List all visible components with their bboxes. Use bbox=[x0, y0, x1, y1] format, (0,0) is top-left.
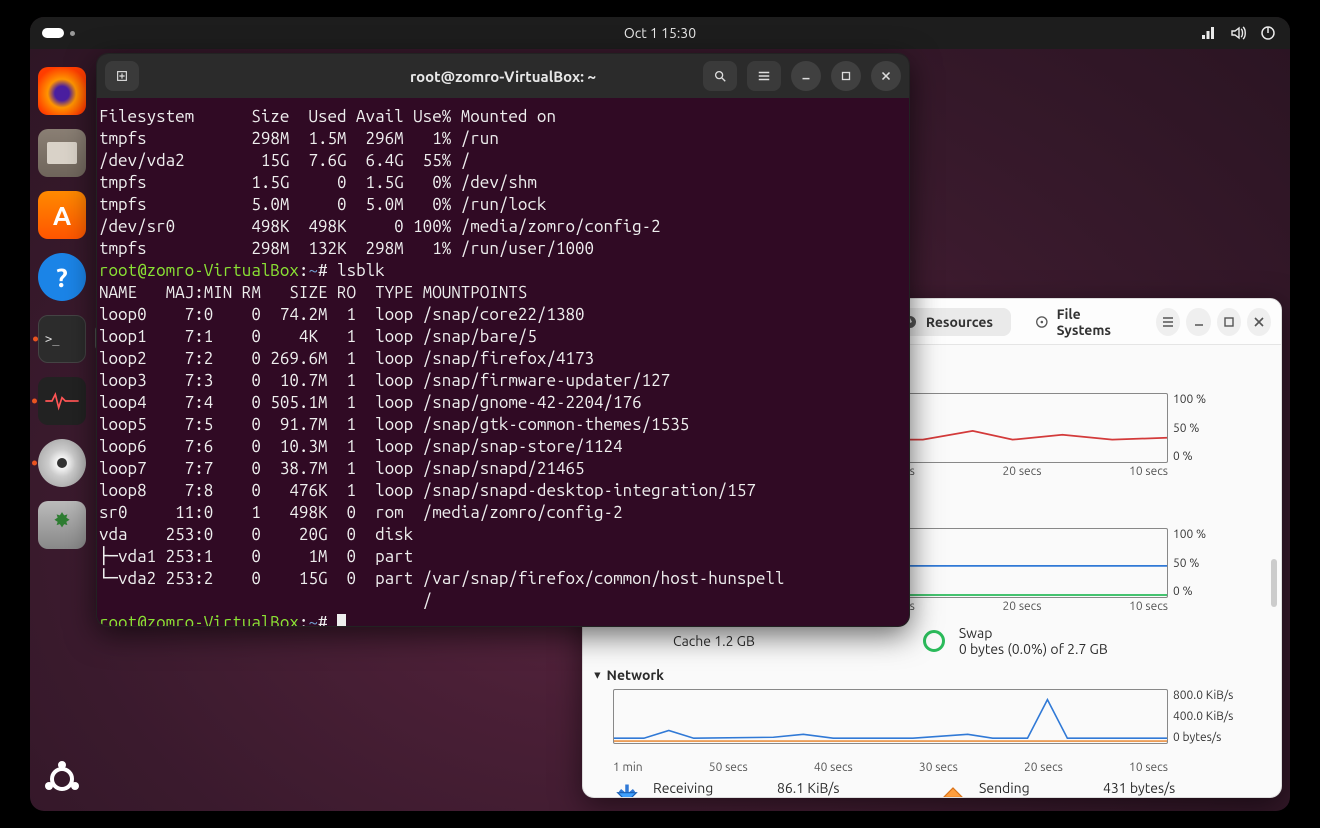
tab-file-systems-label: File Systems bbox=[1057, 306, 1127, 338]
minimize-button[interactable] bbox=[1186, 308, 1210, 336]
y-label: 100 % bbox=[1173, 393, 1253, 406]
chevron-down-icon: ▸ bbox=[591, 672, 604, 678]
y-label: 50 % bbox=[1173, 557, 1253, 570]
net-rx-total-label: Total Received bbox=[653, 796, 763, 798]
net-rx-total: 248.0 MiB bbox=[777, 796, 877, 798]
cache-value: Cache 1.2 GB bbox=[673, 633, 755, 649]
volume-icon[interactable] bbox=[1230, 25, 1246, 41]
y-label: 0 % bbox=[1173, 585, 1253, 598]
minimize-button[interactable] bbox=[791, 61, 821, 91]
y-label: 0 % bbox=[1173, 450, 1253, 463]
dock-ubuntu-software[interactable]: A bbox=[38, 191, 86, 239]
terminal-window[interactable]: root@zomro-VirtualBox: ~ Filesys bbox=[96, 53, 910, 627]
dock-trash[interactable] bbox=[38, 501, 86, 549]
search-button[interactable] bbox=[703, 61, 737, 91]
y-label: 400.0 KiB/s bbox=[1173, 710, 1253, 723]
terminal-content[interactable]: Filesystem Size Used Avail Use% Mounted … bbox=[97, 98, 909, 627]
disk-icon bbox=[1035, 314, 1049, 330]
net-rx-label: Receiving bbox=[653, 780, 763, 796]
scrollbar-thumb[interactable] bbox=[1271, 559, 1277, 607]
net-tx-total: 444.3 KiB bbox=[1103, 796, 1203, 798]
tab-file-systems[interactable]: File Systems bbox=[1017, 300, 1144, 344]
tab-resources-label: Resources bbox=[926, 314, 993, 330]
hamburger-menu-button[interactable] bbox=[747, 61, 781, 91]
dock-files[interactable] bbox=[38, 129, 86, 177]
net-tx-total-label: Total Sent bbox=[979, 796, 1089, 798]
network-section-label[interactable]: ▸ Network bbox=[595, 667, 1265, 683]
swap-label: Swap bbox=[959, 625, 1108, 641]
workspace-dot[interactable] bbox=[70, 31, 75, 36]
terminal-title: root@zomro-VirtualBox: ~ bbox=[410, 68, 596, 85]
show-applications-icon[interactable] bbox=[42, 759, 82, 799]
y-label: 800.0 KiB/s bbox=[1173, 689, 1253, 702]
upload-icon bbox=[939, 781, 967, 799]
desktop: Oct 1 15:30 A ? >_ Terminal bbox=[30, 17, 1290, 811]
dock-disc[interactable] bbox=[38, 439, 86, 487]
text-cursor bbox=[337, 614, 346, 627]
maximize-button[interactable] bbox=[831, 61, 861, 91]
power-icon[interactable] bbox=[1260, 25, 1276, 41]
gnome-top-bar: Oct 1 15:30 bbox=[30, 17, 1290, 49]
x-axis-labels: 1 min 50 secs 40 secs 30 secs 20 secs 10… bbox=[613, 759, 1168, 774]
net-tx-label: Sending bbox=[979, 780, 1089, 796]
swap-value: 0 bytes (0.0%) of 2.7 GB bbox=[959, 641, 1108, 657]
download-icon bbox=[613, 781, 641, 799]
maximize-button[interactable] bbox=[1217, 308, 1241, 336]
y-label: 0 bytes/s bbox=[1173, 731, 1253, 744]
net-tx-rate: 431 bytes/s bbox=[1103, 780, 1203, 796]
network-graph bbox=[613, 689, 1168, 744]
terminal-titlebar[interactable]: root@zomro-VirtualBox: ~ bbox=[97, 54, 909, 98]
close-button[interactable] bbox=[871, 61, 901, 91]
hamburger-menu-button[interactable] bbox=[1156, 308, 1180, 336]
dock-firefox[interactable] bbox=[38, 67, 86, 115]
network-icon[interactable] bbox=[1200, 25, 1216, 41]
dock-help[interactable]: ? bbox=[38, 253, 86, 301]
new-tab-button[interactable] bbox=[105, 61, 139, 91]
clock[interactable]: Oct 1 15:30 bbox=[624, 25, 696, 41]
swap-swatch bbox=[923, 630, 945, 652]
dock-terminal[interactable]: >_ Terminal bbox=[38, 315, 86, 363]
activities-pill[interactable] bbox=[42, 28, 64, 38]
net-rx-rate: 86.1 KiB/s bbox=[777, 780, 877, 796]
dock: A ? >_ Terminal bbox=[32, 57, 92, 549]
y-label: 50 % bbox=[1173, 422, 1253, 435]
y-label: 100 % bbox=[1173, 528, 1253, 541]
dock-system-monitor[interactable] bbox=[38, 377, 86, 425]
close-button[interactable] bbox=[1247, 308, 1271, 336]
